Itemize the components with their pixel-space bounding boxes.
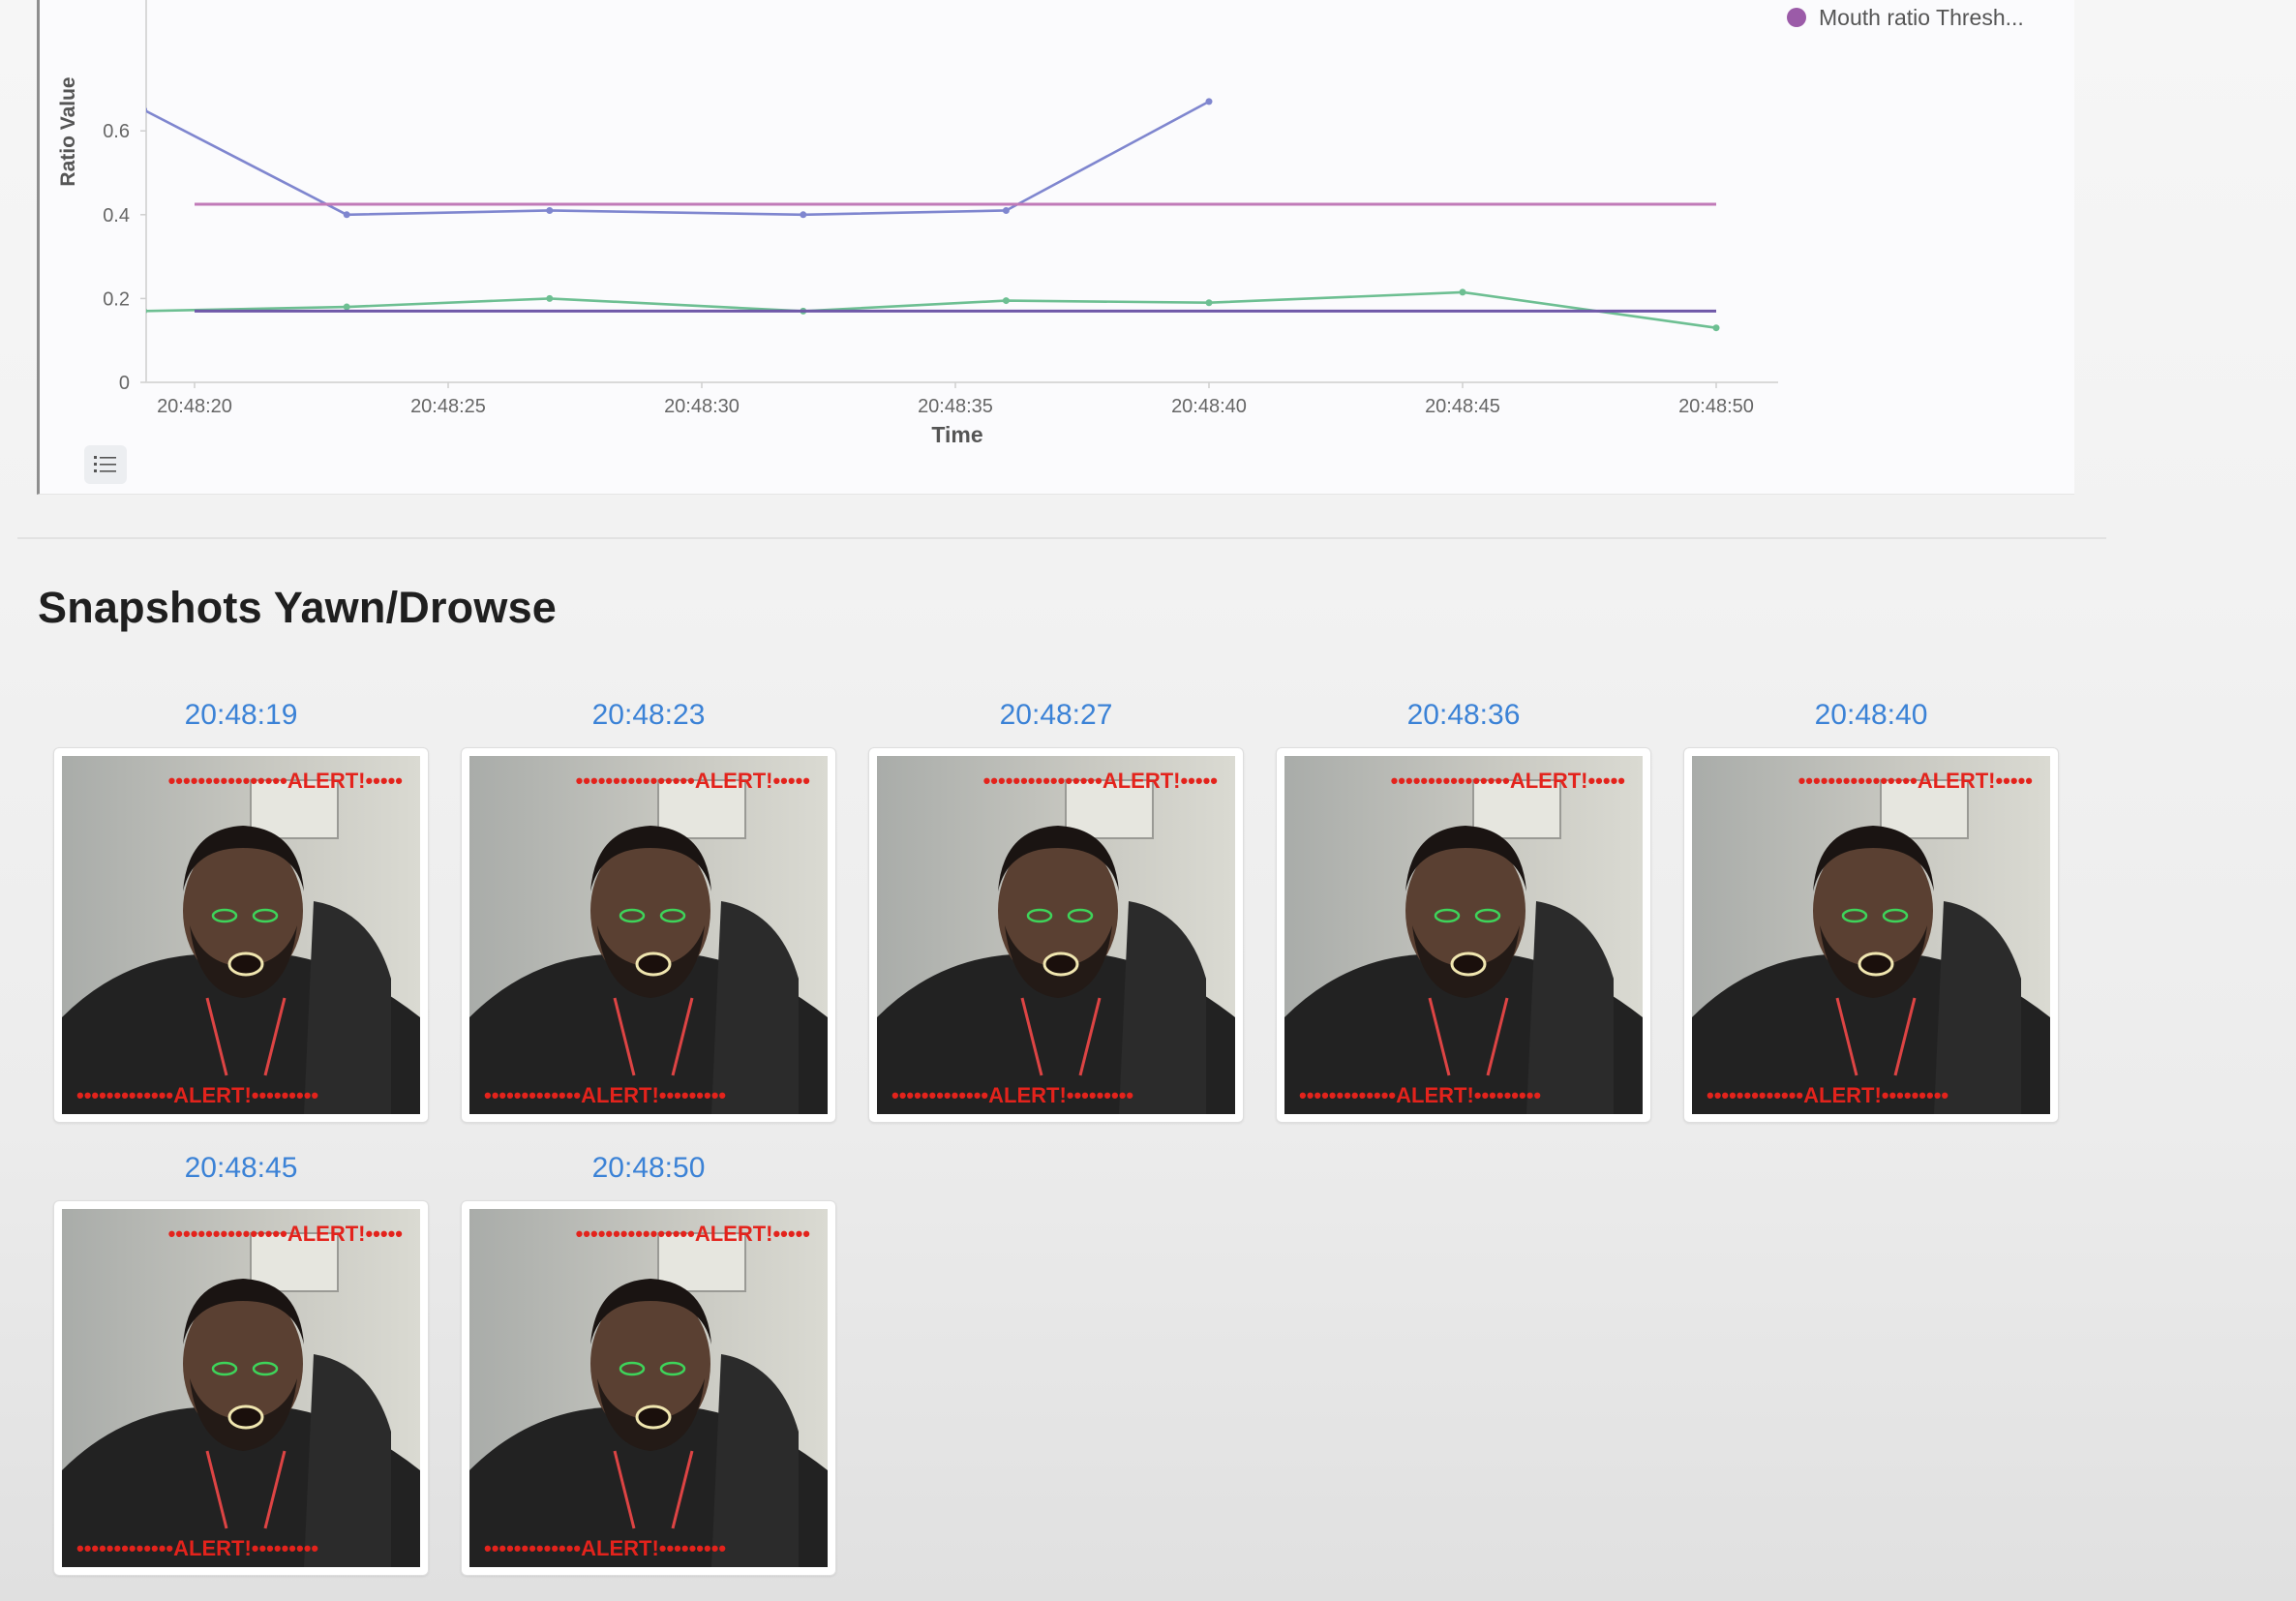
x-tick-label: 20:48:30	[664, 396, 740, 417]
snapshot-photo: ••••••••••••••••ALERT!••••• ••••••••••••…	[62, 756, 420, 1114]
snapshot-photo: ••••••••••••••••ALERT!••••• ••••••••••••…	[62, 1209, 420, 1567]
x-tick-label: 20:48:50	[1678, 396, 1754, 417]
series-point-1	[343, 303, 350, 311]
series-point-0	[1205, 98, 1213, 106]
series-point-1	[1459, 288, 1466, 296]
snapshot-image-card[interactable]: ••••••••••••••••ALERT!••••• ••••••••••••…	[1683, 747, 2059, 1123]
series-point-1	[146, 308, 148, 314]
x-tick-label: 20:48:40	[1171, 396, 1247, 417]
snapshot-image-card[interactable]: ••••••••••••••••ALERT!••••• ••••••••••••…	[461, 747, 836, 1123]
ratio-chart-panel: 0 0.2 0.4 0.6 20:48:20 20:48:25 20:48:30 20:48:…	[37, 0, 2074, 495]
x-axis-title: Time	[931, 422, 982, 447]
svg-text:••••••••••••••••ALERT!•••••: ••••••••••••••••ALERT!•••••	[168, 1222, 403, 1246]
legend-marker	[1787, 8, 1806, 27]
y-tick-label: 0.6	[103, 121, 130, 142]
series-point-0	[146, 107, 148, 113]
y-tick-label: 0	[119, 373, 130, 394]
snapshot-timestamp-link[interactable]: 20:48:27	[868, 699, 1244, 732]
svg-text:••••••••••••••••ALERT!•••••: ••••••••••••••••ALERT!•••••	[576, 1222, 810, 1246]
svg-text:••••••••••••••••ALERT!•••••: ••••••••••••••••ALERT!•••••	[1391, 769, 1625, 793]
svg-text:•••••••••••••ALERT!•••••••••: •••••••••••••ALERT!•••••••••	[1299, 1083, 1541, 1107]
snapshot-photo: ••••••••••••••••ALERT!••••• ••••••••••••…	[469, 1209, 828, 1567]
snapshot-timestamp-link[interactable]: 20:48:23	[461, 699, 836, 732]
list-icon	[94, 456, 116, 472]
plot-area	[146, 98, 1720, 332]
snapshot-timestamp-link[interactable]: 20:48:19	[53, 699, 429, 732]
svg-text:••••••••••••••••ALERT!•••••: ••••••••••••••••ALERT!•••••	[1798, 769, 2033, 793]
series-point-0	[343, 211, 350, 219]
series-point-1	[1712, 324, 1720, 332]
series-point-1	[546, 294, 554, 302]
x-tick-label: 20:48:25	[410, 396, 486, 417]
section-title: Snapshots Yawn/Drowse	[38, 583, 558, 632]
snapshot-image-card[interactable]: ••••••••••••••••ALERT!••••• ••••••••••••…	[53, 747, 429, 1123]
svg-text:•••••••••••••ALERT!•••••••••: •••••••••••••ALERT!•••••••••	[484, 1083, 726, 1107]
y-tick-label: 0.2	[103, 288, 130, 310]
series-line-0	[146, 100, 1210, 217]
series-point-0	[546, 206, 554, 214]
snapshot-timestamp-link[interactable]: 20:48:36	[1276, 699, 1651, 732]
y-tick-label: 0.4	[103, 205, 130, 227]
series-point-0	[1002, 206, 1010, 214]
snapshot-timestamp-link[interactable]: 20:48:45	[53, 1152, 429, 1185]
snapshot-timestamp-link[interactable]: 20:48:50	[461, 1152, 836, 1185]
snapshot-photo: ••••••••••••••••ALERT!••••• ••••••••••••…	[469, 756, 828, 1114]
section-divider	[17, 537, 2106, 539]
y-axis-title: Ratio Value	[57, 76, 79, 186]
snapshot-image-card[interactable]: ••••••••••••••••ALERT!••••• ••••••••••••…	[461, 1200, 836, 1576]
svg-text:••••••••••••••••ALERT!•••••: ••••••••••••••••ALERT!•••••	[576, 769, 810, 793]
ratio-line-chart: 0 0.2 0.4 0.6 20:48:20 20:48:25 20:48:30 20:48:…	[57, 0, 2024, 447]
svg-text:•••••••••••••ALERT!•••••••••: •••••••••••••ALERT!•••••••••	[76, 1083, 318, 1107]
svg-text:•••••••••••••ALERT!•••••••••: •••••••••••••ALERT!•••••••••	[891, 1083, 1133, 1107]
series-point-1	[1205, 299, 1213, 307]
legend-toggle-button[interactable]	[84, 445, 127, 484]
svg-text:•••••••••••••ALERT!•••••••••: •••••••••••••ALERT!•••••••••	[1707, 1083, 1949, 1107]
snapshot-image-card[interactable]: ••••••••••••••••ALERT!••••• ••••••••••••…	[868, 747, 1244, 1123]
x-tick-label: 20:48:35	[918, 396, 993, 417]
x-tick-label: 20:48:20	[157, 396, 232, 417]
svg-text:•••••••••••••ALERT!•••••••••: •••••••••••••ALERT!•••••••••	[484, 1536, 726, 1560]
snapshot-photo: ••••••••••••••••ALERT!••••• ••••••••••••…	[1284, 756, 1643, 1114]
snapshot-photo: ••••••••••••••••ALERT!••••• ••••••••••••…	[877, 756, 1235, 1114]
legend-label: Mouth ratio Thresh...	[1819, 5, 2024, 30]
snapshot-image-card[interactable]: ••••••••••••••••ALERT!••••• ••••••••••••…	[1276, 747, 1651, 1123]
snapshot-photo: ••••••••••••••••ALERT!••••• ••••••••••••…	[1692, 756, 2050, 1114]
snapshot-timestamp-link[interactable]: 20:48:40	[1683, 699, 2059, 732]
series-point-0	[800, 211, 807, 219]
snapshot-image-card[interactable]: ••••••••••••••••ALERT!••••• ••••••••••••…	[53, 1200, 429, 1576]
svg-text:••••••••••••••••ALERT!•••••: ••••••••••••••••ALERT!•••••	[983, 769, 1218, 793]
series-point-1	[1002, 297, 1010, 305]
x-tick-label: 20:48:45	[1425, 396, 1500, 417]
svg-text:••••••••••••••••ALERT!•••••: ••••••••••••••••ALERT!•••••	[168, 769, 403, 793]
svg-text:•••••••••••••ALERT!•••••••••: •••••••••••••ALERT!•••••••••	[76, 1536, 318, 1560]
